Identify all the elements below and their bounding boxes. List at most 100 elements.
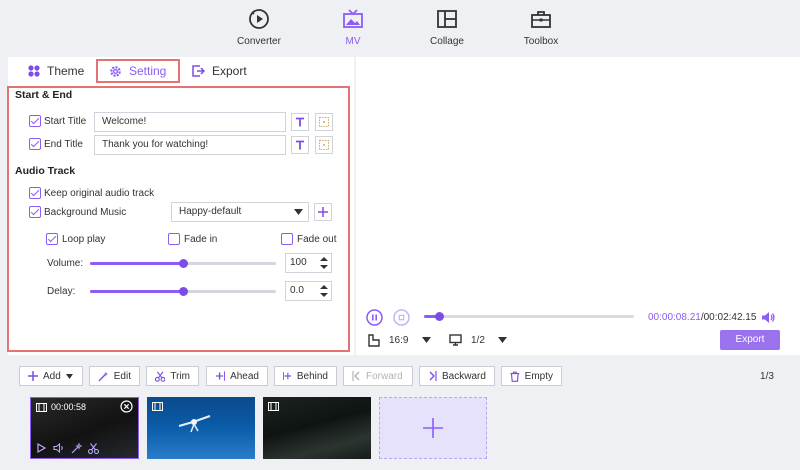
add-button[interactable]: Add [19,366,83,386]
background-music-value: Happy-default [179,206,242,217]
background-music-checkbox[interactable] [29,206,41,218]
loop-play-checkbox[interactable] [46,233,58,245]
nav-collage[interactable]: Collage [402,8,492,52]
chevron-down-icon [65,373,73,379]
nav-mv[interactable]: MV [308,8,398,52]
end-title-input[interactable]: Thank you for watching! [94,135,286,155]
edit-button-label: Edit [113,370,131,382]
playback-progress-handle[interactable] [434,312,444,321]
delay-label: Delay: [47,286,76,297]
fade-out-label: Fade out [297,234,337,245]
nav-toolbox-label: Toolbox [523,36,559,47]
volume-icon[interactable] [761,311,775,324]
theme-icon [28,65,40,77]
clip-preview-image [178,415,211,433]
fade-in-checkbox[interactable] [168,233,180,245]
background-music-label: Background Music [44,207,127,218]
behind-button-label: Behind [296,370,328,382]
empty-button[interactable]: Empty [501,366,562,386]
playback-progress-bar[interactable] [424,312,634,321]
video-preview-panel [356,57,800,355]
stepper-arrows-icon [320,257,328,269]
keep-original-audio-checkbox[interactable] [29,187,41,199]
trim-button[interactable]: Trim [146,366,199,386]
clip-thumbnail[interactable] [147,397,255,459]
volume-label: Volume: [47,258,84,269]
gear-icon [110,65,121,77]
volume-slider-handle[interactable] [179,259,188,268]
total-time: /00:02:42.15 [700,312,757,323]
toolbox-icon [531,11,551,28]
start-title-position-button[interactable] [315,113,333,131]
time-display: 00:00:08.21/00:02:42.15 [648,312,756,323]
delay-slider-fill [90,290,183,293]
loop-play-label: Loop play [62,234,106,245]
forward-button[interactable]: Forward [343,366,413,386]
audio-icon[interactable] [53,443,65,453]
volume-slider[interactable] [90,259,276,268]
move-forward-icon [352,371,360,381]
tab-theme[interactable]: Theme [28,60,84,82]
volume-slider-fill [90,262,183,265]
aspect-ratio-dropdown-icon[interactable] [422,337,431,343]
position-grid-icon [319,117,329,127]
keep-original-audio-label: Keep original audio track [44,188,155,199]
plus-icon [423,418,443,438]
background-music-select[interactable]: Happy-default [171,202,309,222]
delay-stepper[interactable]: 0.0 [285,281,332,301]
position-grid-icon [319,140,329,150]
move-backward-icon [429,371,437,381]
close-icon[interactable] [120,400,133,413]
nav-mv-label: MV [345,36,361,47]
ahead-button[interactable]: Ahead [206,366,268,386]
clip-duration: 00:00:58 [51,402,87,412]
aspect-ratio-value[interactable]: 16:9 [389,335,408,346]
fade-in-label: Fade in [184,234,218,245]
tab-export[interactable]: Export [192,60,247,82]
add-button-label: Add [43,370,61,382]
add-music-button[interactable] [314,203,332,221]
clip-thumbnail[interactable] [263,397,371,459]
trash-icon [510,371,520,382]
export-icon [192,65,205,77]
delay-slider[interactable] [90,287,276,296]
text-icon [296,140,304,150]
page-indicator: 1/3 [760,371,774,382]
delay-slider-handle[interactable] [179,287,188,296]
scissors-icon[interactable] [88,443,99,454]
current-time: 00:00:08.21 [648,312,701,323]
clip-thumbnail[interactable]: 00:00:58 [30,397,139,459]
page-total: /3 [765,371,774,382]
plus-icon [318,207,328,217]
edit-button[interactable]: Edit [89,366,140,386]
backward-button[interactable]: Backward [419,366,495,386]
volume-stepper[interactable]: 100 [285,253,332,273]
stop-button[interactable] [393,309,410,326]
start-title-text-style-button[interactable] [291,113,309,131]
pause-button[interactable] [366,309,383,326]
collage-icon [437,10,457,28]
export-button[interactable]: Export [720,330,780,350]
end-title-position-button[interactable] [315,136,333,154]
screen-value[interactable]: 1/2 [471,335,485,346]
nav-converter[interactable]: Converter [214,8,304,52]
nav-converter-label: Converter [237,36,281,47]
end-title-label: End Title [44,139,83,150]
tab-setting[interactable]: Setting [96,59,181,83]
magic-wand-icon[interactable] [71,443,82,454]
aspect-ratio-icon [368,334,380,347]
start-title-checkbox[interactable] [29,115,41,127]
start-title-input[interactable]: Welcome! [94,112,286,132]
end-title-text-style-button[interactable] [291,136,309,154]
screen-dropdown-icon[interactable] [498,337,507,343]
play-icon[interactable] [37,443,46,453]
nav-toolbox[interactable]: Toolbox [496,8,586,52]
text-icon [296,117,304,127]
nav-collage-label: Collage [430,36,464,47]
tab-setting-label: Setting [129,64,167,78]
add-clip-button[interactable] [379,397,487,459]
trim-button-label: Trim [170,370,190,382]
behind-button[interactable]: Behind [274,366,337,386]
fade-out-checkbox[interactable] [281,233,293,245]
end-title-checkbox[interactable] [29,138,41,150]
